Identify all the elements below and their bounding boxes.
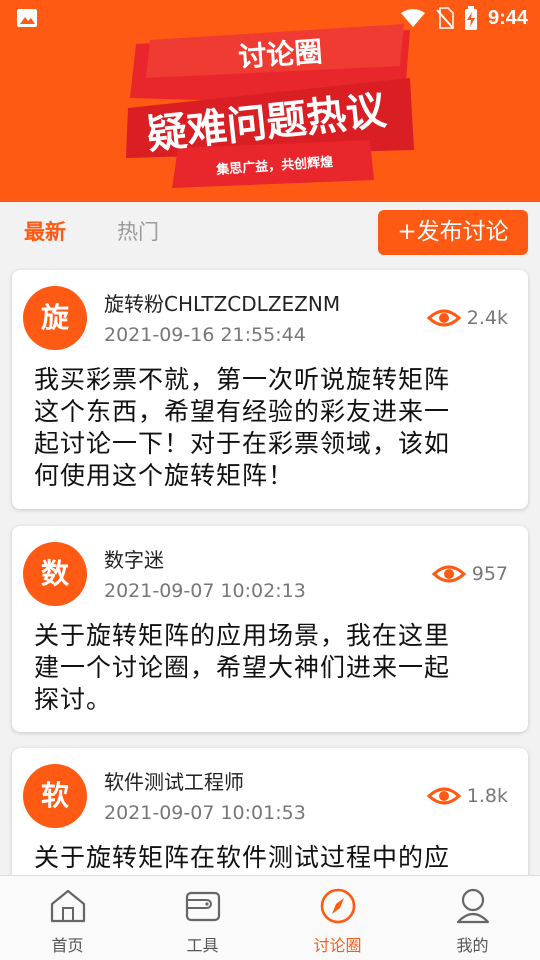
post-content-line: 起讨论一下！对于在彩票领域，该如 <box>34 429 451 458</box>
post-list[interactable]: 旋 旋转粉CHLTZCDLZEZNM 2021-09-16 21:55:44 2… <box>0 262 540 875</box>
publish-discussion-button[interactable]: +发布讨论 <box>378 210 528 255</box>
view-count: 957 <box>431 562 508 586</box>
post-content-line: 关于旋转矩阵的应用场景，我在这里 <box>34 621 451 650</box>
wallet-icon <box>185 891 220 922</box>
view-count-value: 2.4k <box>466 307 508 329</box>
post-content-line: 关于旋转矩阵在软件测试过程中的应 <box>34 843 451 872</box>
banner-top-text: 讨论圈 <box>237 35 323 74</box>
post-content-line: 何使用这个旋转矩阵！ <box>34 461 295 490</box>
avatar[interactable]: 旋 <box>23 286 87 350</box>
post-content-line: 我买彩票不就，第一次听说旋转矩阵 <box>34 365 451 394</box>
nav-discussion-label: 讨论圈 <box>313 936 362 955</box>
view-count: 1.8k <box>426 784 508 808</box>
post-content: 关于旋转矩阵的应用场景，我在这里 建一个讨论圈，希望大神们进来一起 探讨。 <box>34 620 514 716</box>
view-count-value: 957 <box>471 563 508 585</box>
nav-home-label: 首页 <box>51 936 84 955</box>
post-content-line: 这个东西，希望有经验的彩友进来一 <box>34 397 451 426</box>
post-date: 2021-09-07 10:02:13 <box>104 580 306 602</box>
view-count: 2.4k <box>426 306 508 330</box>
post-content: 我买彩票不就，第一次听说旋转矩阵 这个东西，希望有经验的彩友进来一 起讨论一下！… <box>34 364 514 492</box>
status-time: 9:44 <box>487 6 528 29</box>
gallery-notification-icon <box>17 9 37 27</box>
post-card[interactable]: 旋 旋转粉CHLTZCDLZEZNM 2021-09-16 21:55:44 2… <box>12 270 528 509</box>
post-author: 数字迷 <box>104 548 164 572</box>
view-count-value: 1.8k <box>466 785 508 807</box>
post-date: 2021-09-07 10:01:53 <box>104 802 306 824</box>
post-author: 软件测试工程师 <box>104 770 244 794</box>
nav-profile-label: 我的 <box>456 936 489 955</box>
eye-icon <box>431 565 466 583</box>
post-content: 关于旋转矩阵在软件测试过程中的应 <box>34 842 514 874</box>
bottom-nav: 首页 工具 讨论圈 我的 <box>0 875 540 960</box>
post-card[interactable]: 软 软件测试工程师 2021-09-07 10:01:53 1.8k 关于旋转矩… <box>12 748 528 875</box>
nav-tools-label: 工具 <box>186 936 219 955</box>
eye-icon <box>426 309 461 327</box>
post-date: 2021-09-16 21:55:44 <box>104 324 306 346</box>
avatar[interactable]: 软 <box>23 764 87 828</box>
home-icon <box>50 889 85 923</box>
user-icon <box>456 888 489 924</box>
post-content-line: 探讨。 <box>34 685 113 714</box>
compass-icon <box>320 888 355 924</box>
nav-tools[interactable]: 工具 <box>135 876 270 960</box>
tab-latest[interactable]: 最新 <box>24 202 66 262</box>
nav-discussion[interactable]: 讨论圈 <box>270 876 405 960</box>
battery-charging-icon <box>464 6 477 30</box>
post-content-line: 建一个讨论圈，希望大神们进来一起 <box>34 653 451 682</box>
tab-hot[interactable]: 热门 <box>117 202 159 262</box>
post-author: 旋转粉CHLTZCDLZEZNM <box>104 292 341 316</box>
status-bar: 9:44 <box>0 0 540 36</box>
eye-icon <box>426 787 461 805</box>
post-card[interactable]: 数 数字迷 2021-09-07 10:02:13 957 关于旋转矩阵的应用场… <box>12 526 528 732</box>
header: 讨论圈 疑难问题热议 集思广益，共创辉煌 9:44 <box>0 0 540 202</box>
avatar[interactable]: 数 <box>23 542 87 606</box>
nav-profile[interactable]: 我的 <box>405 876 540 960</box>
wifi-icon <box>400 9 425 27</box>
no-sim-icon <box>436 7 454 29</box>
nav-home[interactable]: 首页 <box>0 876 135 960</box>
